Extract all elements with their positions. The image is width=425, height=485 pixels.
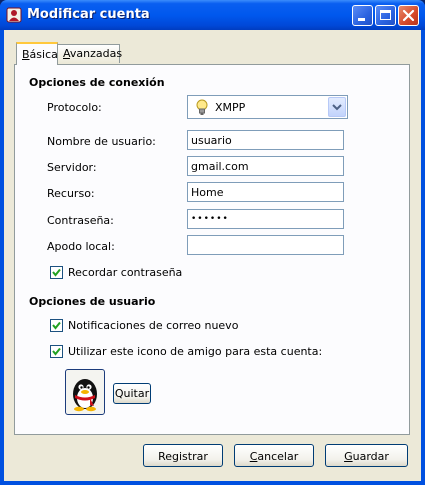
checkmark-icon	[52, 321, 61, 330]
tab-basic-label: ásica	[29, 48, 58, 61]
maximize-icon	[380, 10, 391, 20]
save-mnemonic: G	[344, 450, 353, 463]
username-label: Nombre de usuario:	[47, 135, 156, 148]
close-button[interactable]	[398, 5, 419, 26]
username-input[interactable]: usuario	[187, 130, 344, 150]
maximize-button[interactable]	[375, 5, 396, 26]
cancel-button-label: ancelar	[257, 450, 299, 463]
password-label: Contraseña:	[47, 214, 114, 227]
resource-label: Recurso:	[47, 187, 95, 200]
window-title: Modificar cuenta	[27, 7, 150, 22]
protocol-select[interactable]: XMPP	[187, 95, 348, 119]
mail-notifications-label: Notificaciones de correo nuevo	[68, 319, 239, 332]
dialog-body: Básica Avanzadas Opciones de conexión Pr…	[4, 30, 421, 481]
minimize-icon	[358, 18, 365, 21]
app-account-icon	[6, 7, 22, 23]
buddy-icon-checkbox[interactable]	[50, 345, 63, 358]
tab-advanced-mnemonic: A	[63, 47, 70, 60]
minimize-button[interactable]	[352, 5, 373, 26]
checkmark-icon	[52, 268, 61, 277]
checkmark-icon	[52, 347, 61, 356]
register-button[interactable]: Registrar	[143, 444, 223, 467]
tab-basic-mnemonic: B	[22, 48, 30, 61]
tab-advanced[interactable]: Avanzadas	[57, 44, 123, 63]
tab-page-basic: Opciones de conexión Protocolo: XMPP Nom…	[14, 64, 410, 435]
close-icon	[402, 9, 415, 22]
chevron-down-icon	[332, 104, 342, 111]
remember-password-checkbox[interactable]	[50, 266, 63, 279]
register-button-label: Registrar	[158, 450, 208, 463]
mail-notifications-checkbox[interactable]	[50, 319, 63, 332]
tab-basic[interactable]: Básica	[16, 42, 58, 65]
password-input[interactable]: ••••••	[187, 209, 344, 229]
tab-advanced-label: vanzadas	[69, 47, 123, 60]
title-bar[interactable]: Modificar cuenta	[0, 0, 425, 30]
penguin-icon	[73, 379, 97, 412]
connection-options-title: Opciones de conexión	[29, 76, 165, 89]
server-label: Servidor:	[47, 161, 97, 174]
alias-input[interactable]	[187, 235, 344, 255]
buddy-icon-button[interactable]	[65, 369, 105, 415]
alias-label: Apodo local:	[47, 240, 115, 253]
server-input[interactable]: gmail.com	[187, 156, 344, 176]
user-options-title: Opciones de usuario	[29, 295, 156, 308]
lightbulb-icon	[196, 99, 208, 115]
buddy-icon-label: Utilizar este icono de amigo para esta c…	[68, 345, 323, 358]
dropdown-arrow-button[interactable]	[328, 97, 346, 117]
save-button-label: uardar	[352, 450, 389, 463]
cancel-button[interactable]: Cancelar	[234, 444, 314, 467]
resource-input[interactable]: Home	[187, 182, 344, 202]
remember-password-label: Recordar contraseña	[68, 266, 183, 279]
account-dialog-window: Modificar cuenta Básica Avanzadas Opcion…	[0, 0, 425, 485]
remove-icon-button[interactable]: Quitar	[113, 383, 151, 404]
protocol-value: XMPP	[215, 101, 246, 114]
save-button[interactable]: Guardar	[325, 444, 408, 467]
protocol-label: Protocolo:	[47, 101, 102, 114]
